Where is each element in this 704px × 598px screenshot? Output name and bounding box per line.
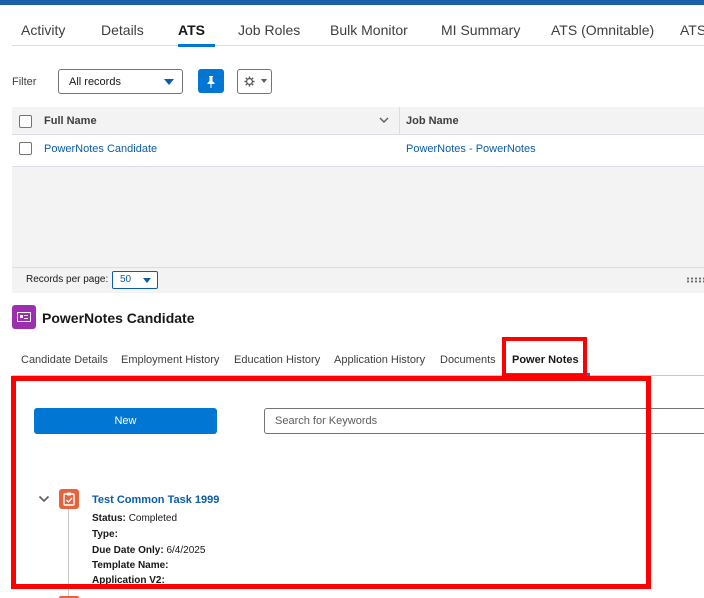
chevron-down-icon [143, 278, 151, 283]
table-header: Full Name Job Name [12, 107, 704, 135]
tab-ats-2[interactable]: ATS [680, 14, 704, 46]
tab-ats-omnitable[interactable]: ATS (Omnitable) [551, 14, 680, 46]
chevron-down-icon [164, 79, 174, 85]
filter-select[interactable]: All records [58, 69, 183, 94]
tab-job-roles[interactable]: Job Roles [238, 14, 330, 46]
pin-icon [207, 75, 215, 88]
subtab-candidate-details[interactable]: Candidate Details [21, 354, 108, 366]
records-table: Full Name Job Name PowerNotes Candidate … [12, 107, 704, 293]
filter-selected-value: All records [69, 76, 121, 88]
chevron-down-icon [261, 79, 268, 84]
tab-details[interactable]: Details [101, 14, 178, 46]
subtab-employment-history[interactable]: Employment History [121, 354, 219, 366]
job-name-link[interactable]: PowerNotes - PowerNotes [406, 143, 536, 155]
column-divider[interactable] [399, 107, 400, 135]
column-header-full-name[interactable]: Full Name [44, 115, 97, 127]
settings-button[interactable] [237, 69, 272, 94]
row-checkbox[interactable] [19, 142, 32, 155]
record-tabs: Activity Details ATS Job Roles Bulk Moni… [12, 14, 704, 47]
contact-card-icon [12, 305, 36, 329]
table-row: PowerNotes Candidate PowerNotes - PowerN… [12, 135, 704, 167]
subtab-application-history[interactable]: Application History [334, 354, 425, 366]
tab-ats[interactable]: ATS [178, 14, 215, 47]
records-per-page-select[interactable]: 50 [112, 271, 158, 289]
column-header-job-name[interactable]: Job Name [406, 115, 459, 127]
records-per-page-label: Records per page: [26, 274, 109, 285]
top-banner-strip [0, 0, 704, 5]
record-title: PowerNotes Candidate [42, 310, 195, 326]
resize-grip-icon[interactable] [686, 277, 704, 283]
annotation-highlight-tab [502, 337, 587, 378]
chevron-down-icon[interactable] [378, 114, 390, 126]
tab-bulk-monitor[interactable]: Bulk Monitor [330, 14, 441, 46]
subtab-documents[interactable]: Documents [440, 354, 496, 366]
tab-spacer-left [12, 14, 21, 46]
contact-card-shape [17, 312, 31, 322]
tab-mi-summary[interactable]: MI Summary [441, 14, 551, 46]
full-name-link[interactable]: PowerNotes Candidate [44, 143, 157, 155]
records-per-page-value: 50 [120, 274, 132, 285]
table-footer: Records per page: 50 [12, 267, 704, 293]
annotation-highlight-panel [11, 376, 651, 589]
subtab-education-history[interactable]: Education History [234, 354, 320, 366]
pin-button[interactable] [198, 69, 224, 93]
candidate-subtabs: Candidate Details Employment History Edu… [12, 344, 704, 376]
filter-label: Filter [12, 76, 37, 88]
gear-icon [244, 76, 255, 87]
select-all-checkbox[interactable] [19, 115, 32, 128]
tab-activity[interactable]: Activity [21, 14, 101, 46]
